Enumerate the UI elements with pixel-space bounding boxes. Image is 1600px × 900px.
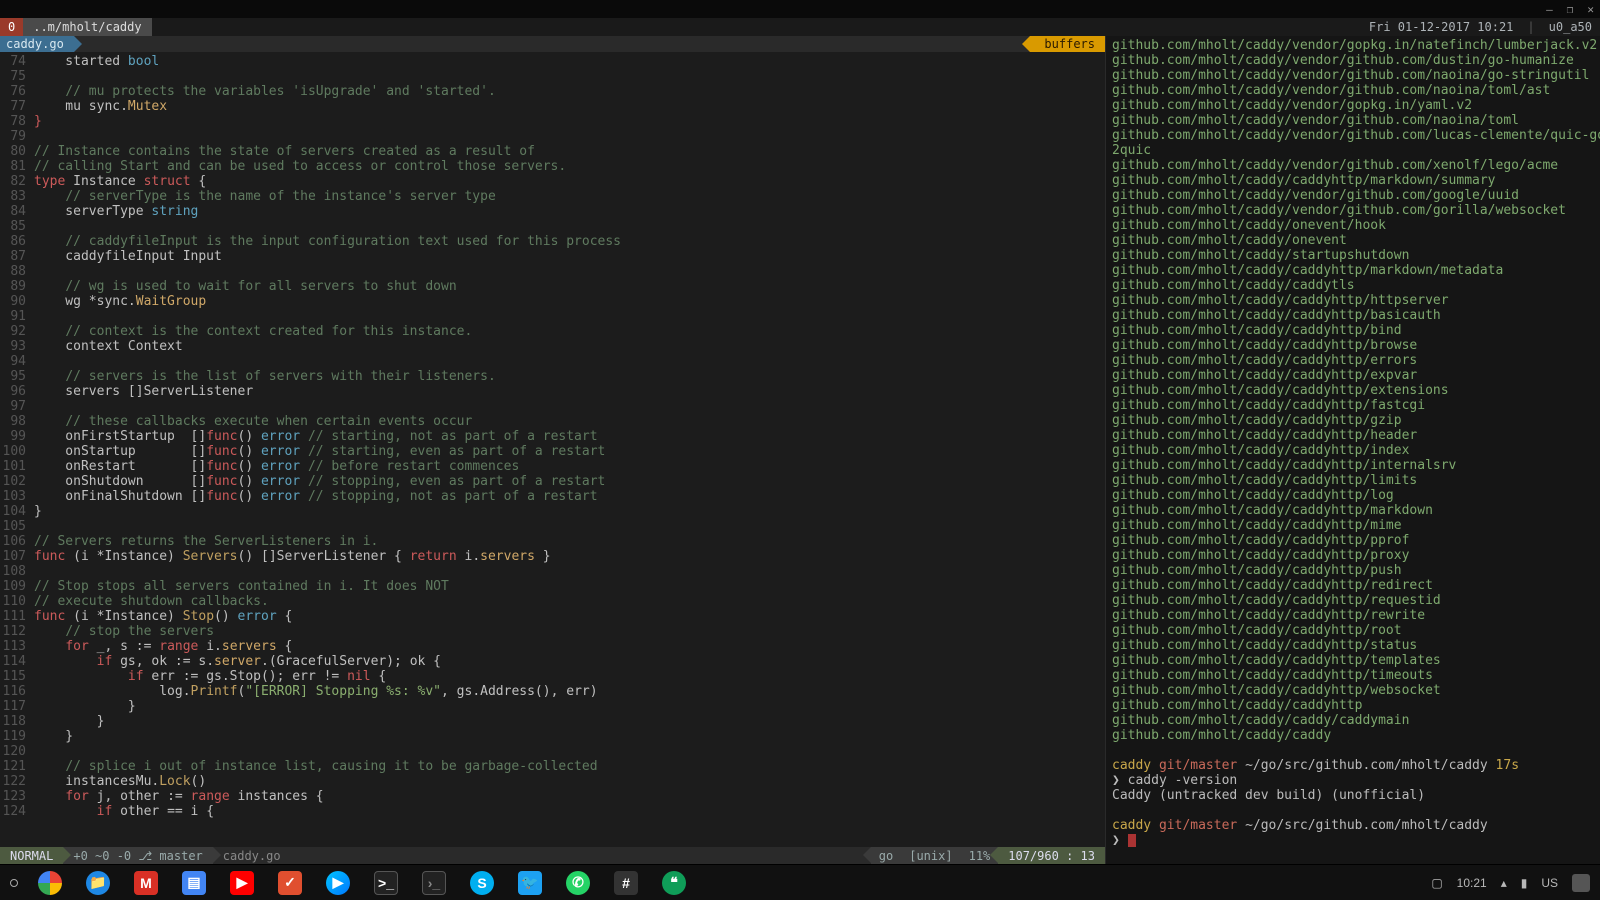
chrome-icon[interactable] bbox=[38, 871, 62, 895]
buffers-pill[interactable]: buffers bbox=[1030, 36, 1105, 52]
wm-titlebar: — ❐ ✕ bbox=[0, 0, 1600, 18]
todoist-icon[interactable]: ✓ bbox=[278, 871, 302, 895]
tmux-session: u0_a50 bbox=[1549, 20, 1592, 34]
tray-clock[interactable]: 10:21 bbox=[1457, 876, 1487, 890]
mode-indicator: NORMAL bbox=[0, 847, 63, 864]
buffer-tab-current[interactable]: caddy.go bbox=[0, 36, 74, 52]
tmux-tabline: 0 ..m/mholt/caddy Fri 01-12-2017 10:21 |… bbox=[0, 18, 1600, 36]
display-icon[interactable]: ▢ bbox=[1431, 876, 1442, 890]
user-avatar-icon[interactable] bbox=[1572, 874, 1590, 892]
editor-pane[interactable]: caddy.go buffers 74 75 76 77 78 79 80 81… bbox=[0, 36, 1105, 864]
terminal-icon[interactable]: >_ bbox=[374, 871, 398, 895]
minimize-icon[interactable]: — bbox=[1546, 3, 1553, 16]
position-segment: 107/960 : 13 bbox=[998, 847, 1105, 864]
vim-statusline: NORMAL +0 ~0 -0 ⎇ master caddy.go go [un… bbox=[0, 847, 1105, 864]
terminal-pane[interactable]: github.com/mholt/caddy/vendor/gopkg.in/n… bbox=[1105, 36, 1600, 864]
files-icon[interactable]: 📁 bbox=[86, 871, 110, 895]
youtube-icon[interactable]: ▶ bbox=[230, 871, 254, 895]
workspace-number[interactable]: 0 bbox=[0, 18, 23, 36]
docs-icon[interactable]: ▤ bbox=[182, 871, 206, 895]
maximize-icon[interactable]: ❐ bbox=[1567, 3, 1574, 16]
taskbar: 📁 M ▤ ▶ ✓ ▶ >_ ›_ S 🐦 ✆ # ❝ ▢ 10:21 ▴ ▮ … bbox=[0, 864, 1600, 900]
buffer-tabline: caddy.go buffers bbox=[0, 36, 1105, 52]
taskbar-launchers: 📁 M ▤ ▶ ✓ ▶ >_ ›_ S 🐦 ✆ # ❝ bbox=[38, 871, 686, 895]
battery-icon[interactable]: ▮ bbox=[1521, 876, 1528, 890]
window-title[interactable]: ..m/mholt/caddy bbox=[23, 18, 151, 36]
close-icon[interactable]: ✕ bbox=[1587, 3, 1594, 16]
whatsapp-icon[interactable]: ✆ bbox=[566, 871, 590, 895]
wifi-icon[interactable]: ▴ bbox=[1501, 876, 1507, 890]
gmail-icon[interactable]: M bbox=[134, 871, 158, 895]
line-number-gutter: 74 75 76 77 78 79 80 81 82 83 84 85 86 8… bbox=[0, 52, 30, 847]
play-store-icon[interactable]: ▶ bbox=[326, 871, 350, 895]
hash-icon[interactable]: # bbox=[614, 871, 638, 895]
filename-segment: caddy.go bbox=[213, 847, 291, 864]
vcs-segment: +0 ~0 -0 ⎇ master bbox=[63, 847, 212, 864]
system-tray: ▢ 10:21 ▴ ▮ US bbox=[1431, 874, 1590, 892]
tmux-clock: Fri 01-12-2017 10:21 bbox=[1369, 20, 1514, 34]
source-code[interactable]: started bool // mu protects the variable… bbox=[30, 52, 1105, 847]
workspace-indicator-icon[interactable] bbox=[10, 879, 18, 887]
twitter-icon[interactable]: 🐦 bbox=[518, 871, 542, 895]
keyboard-layout[interactable]: US bbox=[1541, 876, 1558, 890]
hangouts-icon[interactable]: ❝ bbox=[662, 871, 686, 895]
code-area[interactable]: 74 75 76 77 78 79 80 81 82 83 84 85 86 8… bbox=[0, 52, 1105, 847]
terminal-cursor bbox=[1128, 834, 1136, 847]
prompt-icon[interactable]: ›_ bbox=[422, 871, 446, 895]
skype-icon[interactable]: S bbox=[470, 871, 494, 895]
